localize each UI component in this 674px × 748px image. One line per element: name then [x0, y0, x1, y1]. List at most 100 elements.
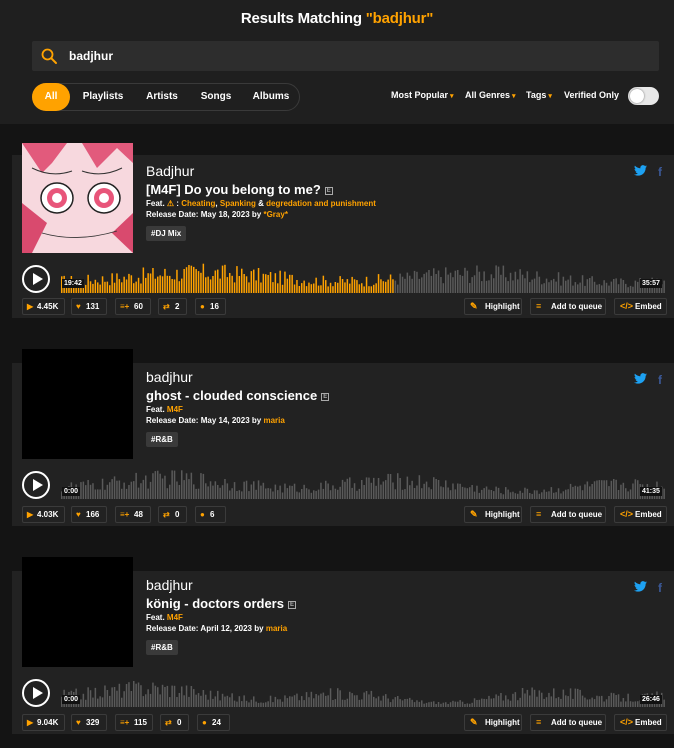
facebook-icon[interactable]: f [658, 581, 662, 595]
waveform-bar [538, 276, 541, 293]
plays-stat[interactable]: ▶ 9.04K [22, 714, 65, 731]
filter-most-popular[interactable]: Most Popular ▾ [391, 90, 454, 100]
genre-tag[interactable]: #R&B [146, 432, 178, 447]
facebook-icon[interactable]: f [658, 165, 662, 179]
waveform[interactable] [61, 677, 668, 707]
tab-artists[interactable]: Artists [137, 84, 187, 110]
featuring-line: Feat. M4F [146, 613, 296, 622]
waveform-bar [339, 690, 341, 707]
reposts-stat[interactable]: ⇄ 0 [160, 714, 189, 731]
genre-tag[interactable]: #R&B [146, 640, 178, 655]
feat-link[interactable]: Spanking [220, 199, 256, 208]
comments-stat[interactable]: ● 6 [195, 506, 226, 523]
feat-link[interactable]: M4F [167, 613, 183, 622]
artist-name[interactable]: Badjhur [146, 163, 376, 179]
waveform-bar [380, 700, 382, 707]
twitter-icon[interactable] [634, 373, 647, 387]
waveform-bar [512, 491, 514, 499]
tab-all[interactable]: All [32, 83, 70, 111]
waveform-bar [171, 470, 173, 499]
comments-stat[interactable]: ● 16 [195, 298, 226, 315]
play-button[interactable] [22, 679, 50, 707]
waveform-bar [548, 282, 550, 293]
search-value[interactable]: badjhur [69, 49, 113, 63]
reposts-stat[interactable]: ⇄ 2 [158, 298, 187, 315]
tab-songs[interactable]: Songs [191, 84, 241, 110]
cover-art[interactable] [22, 143, 133, 253]
add-to-queue-button[interactable]: ≡ Add to queue [530, 298, 606, 315]
likes-stat[interactable]: ♥ 131 [71, 298, 107, 315]
likes-stat[interactable]: ♥ 329 [71, 714, 107, 731]
waveform-bar [459, 700, 461, 707]
waveform-bar [269, 272, 272, 293]
waveform-bar [581, 275, 584, 293]
waveform-bar [214, 270, 217, 293]
plays-stat[interactable]: ▶ 4.03K [22, 506, 65, 523]
waveform-bar [346, 478, 349, 499]
artist-name[interactable]: badjhur [146, 577, 296, 593]
waveform-bar [137, 277, 140, 293]
feat-link[interactable]: Cheating [181, 199, 215, 208]
waveform-bar [377, 274, 380, 293]
search-input[interactable]: badjhur [32, 41, 659, 71]
playlists-stat[interactable]: ≡+ 60 [115, 298, 151, 315]
artist-name[interactable]: badjhur [146, 369, 329, 385]
playlists-stat[interactable]: ≡+ 48 [115, 506, 151, 523]
waveform-bar [581, 490, 584, 499]
waveform-bar [281, 284, 284, 293]
genre-tag[interactable]: #DJ Mix [146, 226, 187, 241]
cover-art[interactable] [22, 349, 133, 459]
embed-button[interactable]: </> Embed [614, 714, 667, 731]
likes-stat[interactable]: ♥ 166 [71, 506, 107, 523]
comments-stat[interactable]: ● 24 [197, 714, 230, 731]
uploader-link[interactable]: maria [263, 416, 284, 425]
waveform-bar [365, 477, 368, 499]
waveform-bar [529, 695, 531, 707]
track-title[interactable]: [M4F] Do you belong to me? E [146, 182, 376, 197]
feat-link[interactable]: M4F [167, 405, 183, 414]
waveform-bar [469, 283, 471, 293]
tab-albums[interactable]: Albums [245, 84, 297, 110]
twitter-icon[interactable] [634, 165, 647, 179]
waveform-bar [553, 688, 555, 707]
twitter-icon[interactable] [634, 581, 647, 595]
track-title[interactable]: könig - doctors orders E [146, 596, 296, 611]
waveform-bar [212, 276, 214, 293]
uploader-link[interactable]: maria [266, 624, 287, 633]
waveform[interactable] [61, 469, 668, 499]
feat-link[interactable]: degredation and punishment [266, 199, 376, 208]
highlight-button[interactable]: ✎ Highlight [464, 714, 522, 731]
track-title[interactable]: ghost - clouded conscience E [146, 388, 330, 403]
waveform-bar [274, 484, 277, 499]
waveform-bar [133, 481, 135, 499]
embed-button[interactable]: </> Embed [614, 298, 667, 315]
play-button[interactable] [22, 471, 50, 499]
waveform-bar [341, 479, 344, 499]
highlight-button[interactable]: ✎ Highlight [464, 298, 522, 315]
waveform-bar [421, 277, 423, 293]
add-to-queue-button[interactable]: ≡ Add to queue [530, 506, 606, 523]
waveform-bar [197, 693, 200, 707]
playlists-stat[interactable]: ≡+ 115 [115, 714, 153, 731]
playlist-add-icon: ≡+ [120, 510, 130, 519]
tab-playlists[interactable]: Playlists [75, 84, 131, 110]
filter-tags[interactable]: Tags ▾ [526, 90, 552, 100]
verified-only-toggle[interactable] [628, 87, 659, 105]
plays-stat[interactable]: ▶ 4.45K [22, 298, 65, 315]
waveform-bar [118, 683, 121, 707]
reposts-stat[interactable]: ⇄ 0 [158, 506, 187, 523]
waveform-bar [577, 486, 579, 499]
waveform-bar [413, 270, 416, 293]
cover-art[interactable] [22, 557, 133, 667]
waveform-bar [368, 477, 370, 499]
filter-all-genres[interactable]: All Genres ▾ [465, 90, 516, 100]
highlight-button[interactable]: ✎ Highlight [464, 506, 522, 523]
uploader-link[interactable]: *Gray* [263, 210, 287, 219]
waveform-bar [433, 268, 435, 293]
embed-button[interactable]: </> Embed [614, 506, 667, 523]
waveform[interactable] [61, 263, 668, 293]
waveform-bar [133, 681, 135, 707]
add-to-queue-button[interactable]: ≡ Add to queue [530, 714, 606, 731]
play-button[interactable] [22, 265, 50, 293]
facebook-icon[interactable]: f [658, 373, 662, 387]
